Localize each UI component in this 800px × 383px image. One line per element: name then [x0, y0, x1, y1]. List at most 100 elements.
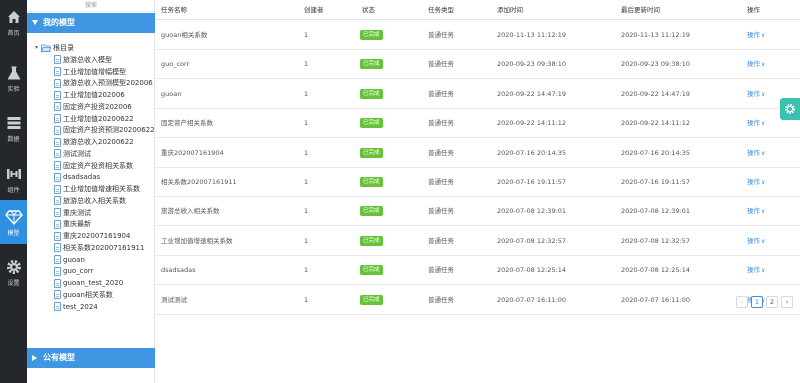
col-header-status: 状态	[362, 6, 375, 14]
action-dropdown[interactable]: 操作∨	[747, 21, 765, 50]
table-row[interactable]: guoan 1 普通任务 2020-09-22 14:47:19 2020-09-22 …	[155, 80, 800, 109]
prev-page-button[interactable]: ‹	[736, 296, 748, 308]
tree-node[interactable]: 测试测试	[54, 148, 155, 160]
action-dropdown[interactable]: 操作∨	[747, 50, 765, 79]
tree-node[interactable]: guoan相关系数	[54, 289, 155, 301]
tree-node[interactable]: 旅游总收入预测模型202006	[54, 78, 155, 90]
tree-node[interactable]: 旅游总收入模型	[54, 54, 155, 66]
action-dropdown[interactable]: 操作∨	[747, 197, 765, 226]
tree-node-label: dsadsadas	[63, 173, 101, 182]
tree-node[interactable]: guoan_test_2020	[54, 277, 155, 289]
cell-task-type: 普通任务	[428, 31, 454, 39]
caret-right-icon	[32, 355, 37, 361]
file-icon	[54, 243, 61, 253]
action-dropdown[interactable]: 操作∨	[747, 168, 765, 197]
cell-task-name: 测试测试	[161, 295, 187, 304]
my-models-header[interactable]: 我的模型	[27, 13, 155, 33]
file-icon	[54, 137, 61, 147]
nav-label-home: 首页	[7, 29, 20, 37]
tree-node[interactable]: guoan	[54, 254, 155, 266]
caret-down-small-icon: ▾	[35, 44, 39, 51]
file-icon	[54, 114, 61, 124]
chevron-down-icon: ∨	[761, 179, 766, 186]
cell-updated-time: 2020-07-08 12:39:01	[621, 207, 691, 216]
action-dropdown[interactable]: 操作∨	[747, 80, 765, 109]
tree-node[interactable]: 工业增加值202006	[54, 89, 155, 101]
tree-node-label: 相关系数202007161911	[63, 243, 145, 252]
tree-node[interactable]: guo_corr	[54, 266, 155, 278]
tree-node[interactable]: 工业增加值20200622	[54, 113, 155, 125]
tree-node[interactable]: 重庆最新	[54, 219, 155, 231]
nav-item-experiment[interactable]: 实验	[0, 56, 27, 100]
tree-node-label: 旅游总收入模型	[63, 55, 112, 64]
tree-node[interactable]: 相关系数202007161911	[54, 242, 155, 254]
cell-task-name: 相关系数202007161911	[161, 178, 237, 186]
cell-added-time: 2020-07-16 20:14:35	[497, 148, 567, 157]
tree-root-node[interactable]: ▾ 根目录	[35, 42, 74, 53]
tree-node-label: 测试测试	[63, 149, 91, 158]
tree-node[interactable]: 工业增加值增幅模型	[54, 66, 155, 78]
cell-task-type: 普通任务	[428, 148, 454, 157]
action-label: 操作	[747, 89, 760, 98]
tree-node-label: 工业增加值增速相关系数	[63, 185, 140, 194]
nav-label-models: 模型	[7, 229, 20, 237]
chevron-down-icon: ∨	[761, 149, 766, 157]
page-button-2[interactable]: 2	[766, 296, 778, 308]
tree-node[interactable]: 固定资产投资预测20200622	[54, 125, 155, 137]
file-icon	[54, 196, 61, 206]
action-dropdown[interactable]: 操作∨	[747, 256, 765, 285]
action-dropdown[interactable]: 操作∨	[747, 227, 765, 256]
file-icon	[54, 184, 61, 194]
nav-item-data[interactable]: 数据	[0, 106, 27, 150]
nav-item-settings[interactable]: 设置	[0, 250, 27, 294]
status-badge: 已完成	[360, 118, 383, 129]
table-row[interactable]: guoan相关系数 1 普通任务 2020-11-13 11:12:19 2020-11…	[155, 21, 800, 50]
nav-item-home[interactable]: 首页	[0, 0, 27, 44]
nav-label-experiment: 实验	[7, 85, 20, 93]
tree-node[interactable]: 固定资产投资相关系数	[54, 160, 155, 172]
action-dropdown[interactable]: 操作∨	[747, 139, 765, 168]
file-icon	[54, 161, 61, 171]
action-label: 操作	[747, 266, 760, 275]
nav-item-components[interactable]: 组件	[0, 157, 27, 201]
status-badge: 已完成	[360, 235, 383, 246]
next-page-button[interactable]: ›	[781, 296, 793, 308]
tree-node[interactable]: 重庆测试	[54, 207, 155, 219]
tree-node-label: 固定资产投资预测20200622	[63, 126, 155, 135]
action-label: 操作	[747, 236, 760, 245]
cell-added-time: 2020-09-22 14:47:19	[497, 89, 567, 98]
file-icon	[54, 67, 61, 77]
cell-task-type: 普通任务	[428, 119, 454, 128]
table-row[interactable]: 工业增加值增速相关系数 1 普通任务 2020-07-08 12:32:57 2020-…	[155, 227, 800, 256]
action-label: 操作	[747, 178, 760, 186]
action-label: 操作	[747, 31, 760, 39]
tree-node[interactable]: 固定资产投资202006	[54, 101, 155, 113]
page-button-1[interactable]: 1	[751, 296, 763, 308]
tree-node[interactable]: test_2024	[54, 301, 155, 313]
diamond-icon	[4, 208, 23, 226]
table-row[interactable]: dsadsadas 1 普通任务 2020-07-08 12:25:14 2020-07…	[155, 256, 800, 286]
nav-item-models[interactable]: 模型	[0, 200, 27, 244]
table-row[interactable]: 相关系数202007161911 1 普通任务 2020-07-16 19:11:57…	[155, 168, 800, 197]
tree-node[interactable]: 重庆202007161904	[54, 230, 155, 242]
tree-node[interactable]: 旅游总收入20200622	[54, 136, 155, 148]
action-dropdown[interactable]: 操作∨	[747, 109, 765, 138]
tree-search-input[interactable]: 搜索	[27, 0, 155, 12]
tree-node[interactable]: 旅游总收入相关系数	[54, 195, 155, 207]
tree-node[interactable]: 工业增加值增速相关系数	[54, 183, 155, 195]
table-row[interactable]: 重庆202007161904 1 普通任务 2020-07-16 20:14:35 20…	[155, 139, 800, 168]
public-models-header[interactable]: 公有模型	[27, 348, 155, 368]
table-row[interactable]: 测试测试 1 普通任务 2020-07-07 16:11:00 2020-07-07 1…	[155, 286, 800, 315]
table-row[interactable]: 旅游总收入相关系数 1 普通任务 2020-07-08 12:39:01 2020-07…	[155, 197, 800, 227]
tree-node-label: 工业增加值20200622	[63, 114, 134, 123]
table-row[interactable]: 固定资产相关系数 1 普通任务 2020-09-22 14:11:12 2020-09-…	[155, 109, 800, 139]
table-header: 任务名称 创建者 状态 任务类型 添加时间 最后更新时间 操作	[155, 0, 800, 20]
file-icon	[54, 266, 61, 276]
floating-settings-button[interactable]	[780, 98, 800, 120]
table-row[interactable]: guo_corr 1 普通任务 2020-09-23 09:38:10 2020-09-…	[155, 50, 800, 80]
tree-node[interactable]: dsadsadas	[54, 172, 155, 184]
cell-creator: 1	[304, 60, 309, 69]
tree-node-label: guoan相关系数	[63, 290, 113, 299]
action-label: 操作	[747, 148, 760, 157]
tree-node-label: 旅游总收入相关系数	[63, 196, 126, 205]
